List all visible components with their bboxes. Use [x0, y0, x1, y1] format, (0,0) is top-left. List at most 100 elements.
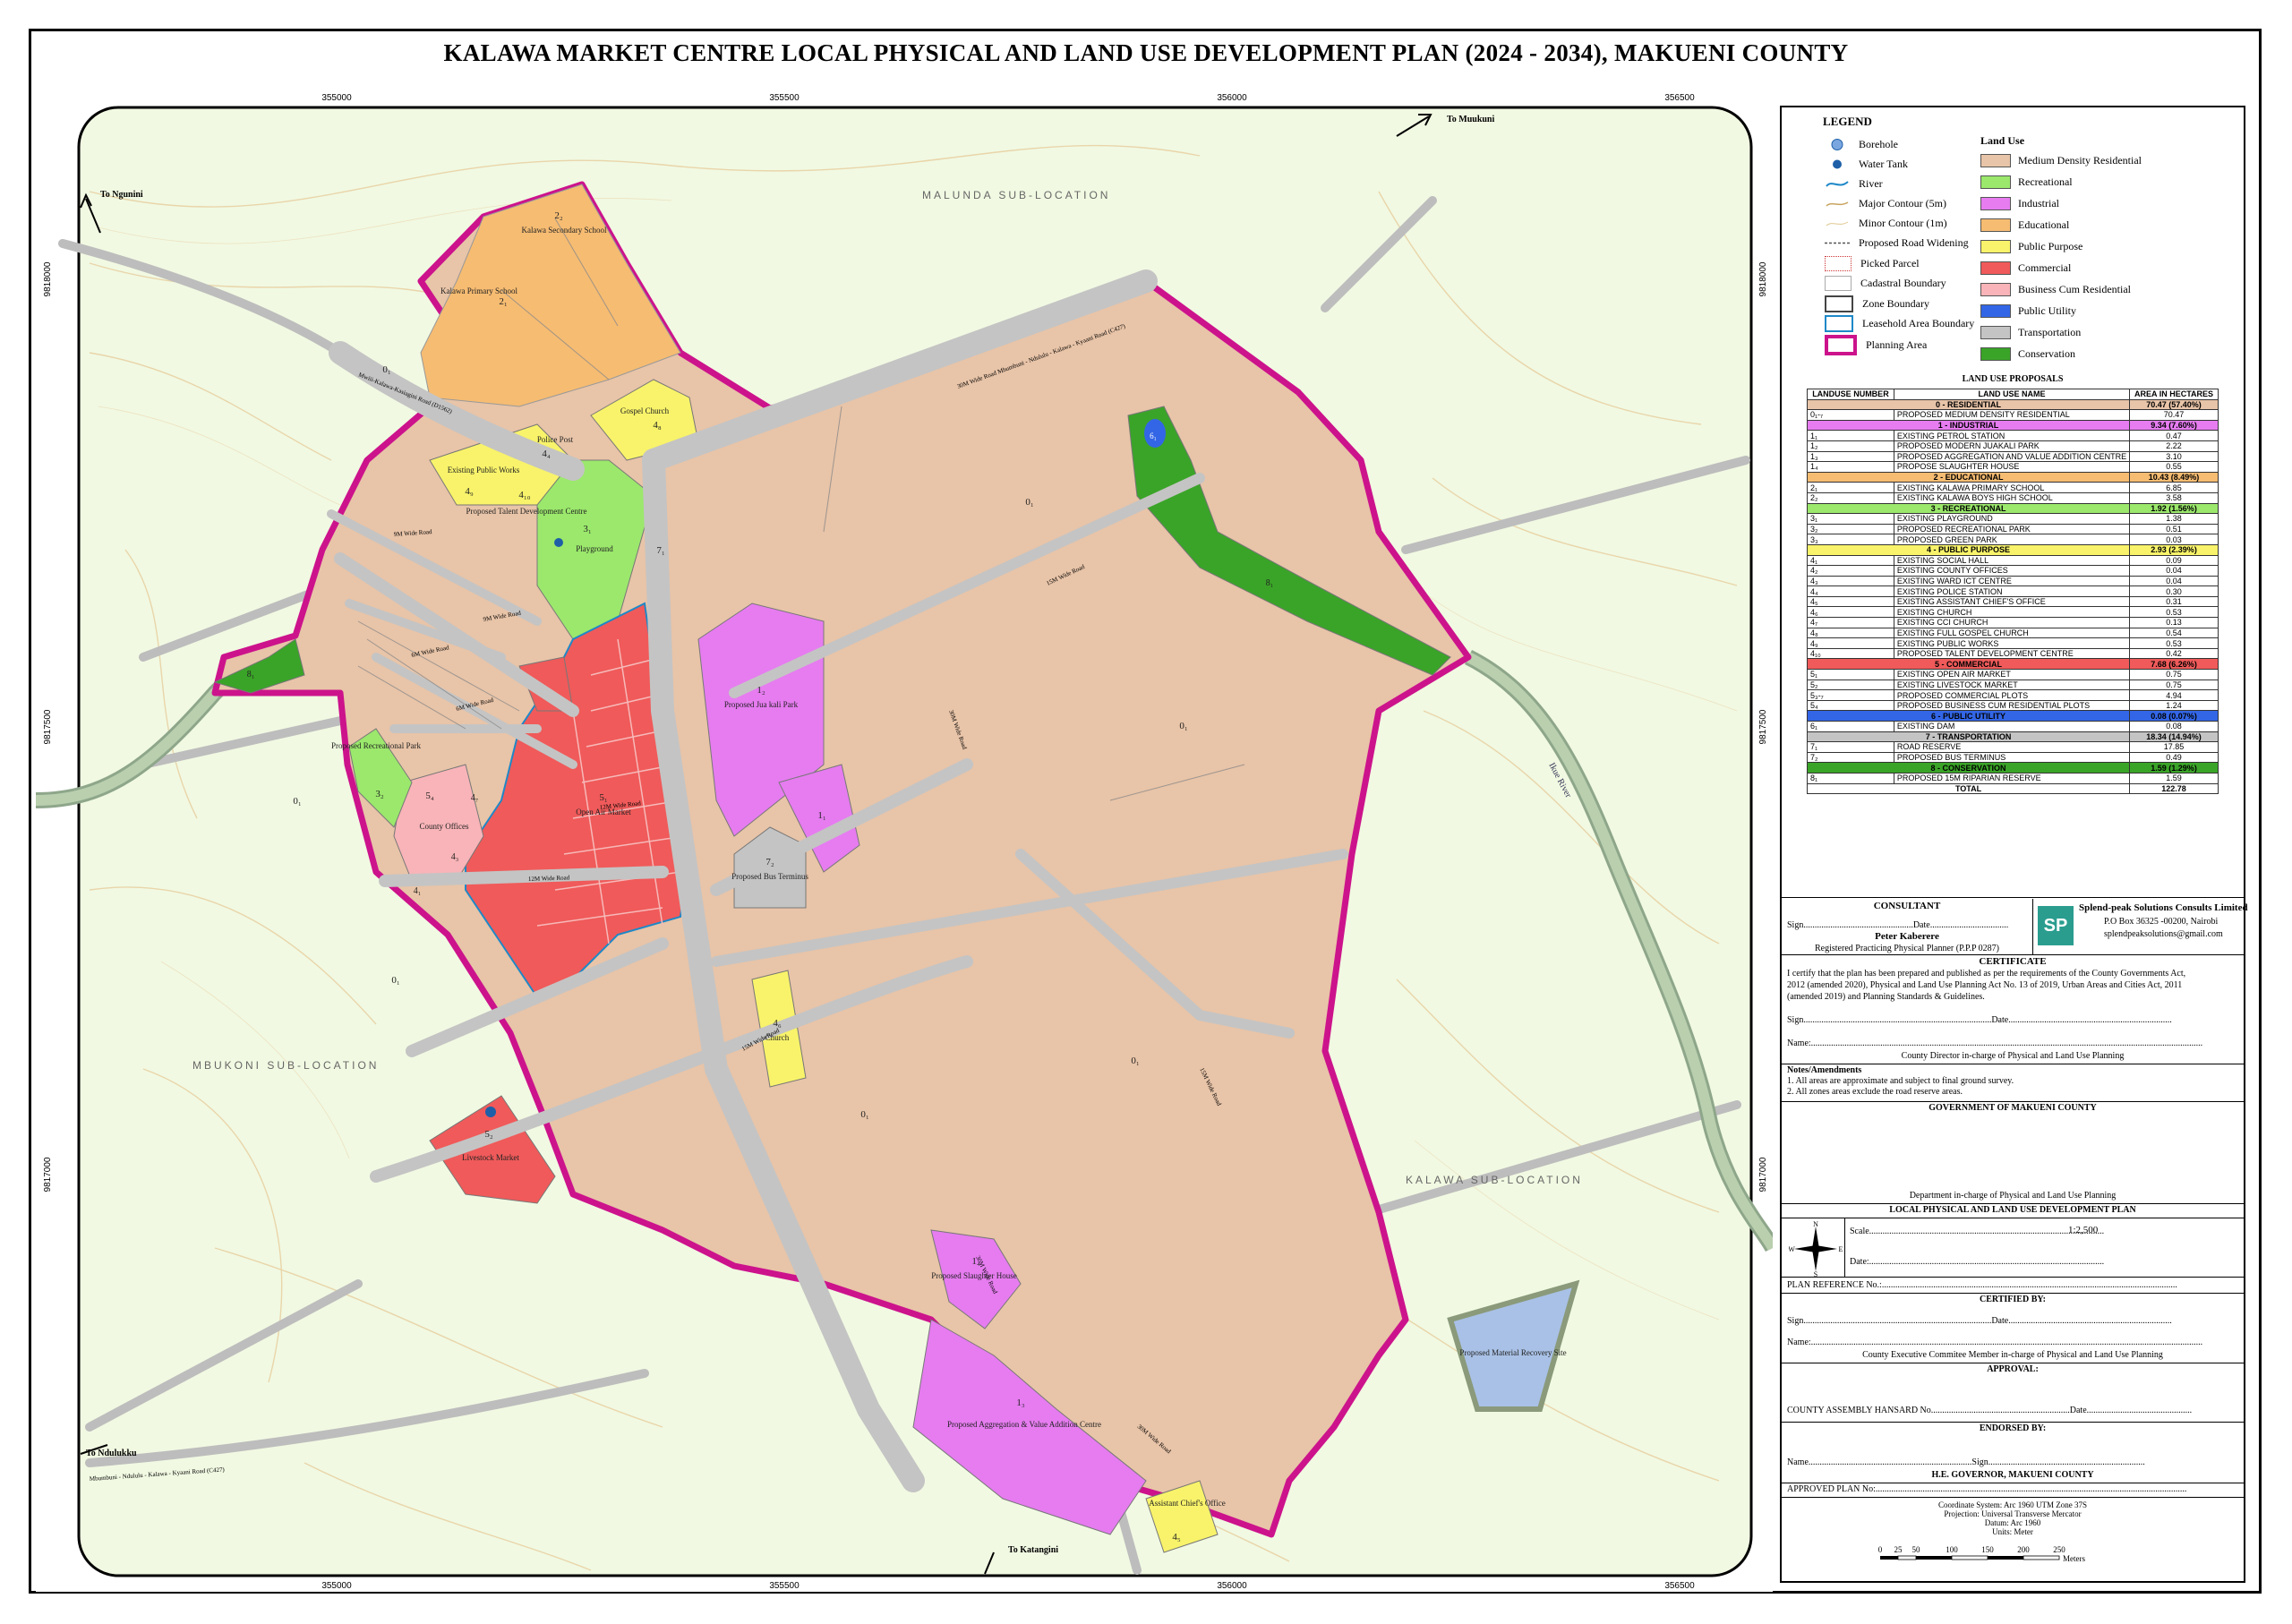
company-name: Splend-peak Solutions Consults Limited	[2079, 902, 2248, 913]
cell-name: EXISTING FULL GOSPEL CHURCH	[1893, 627, 2131, 639]
cadastral-icon	[1825, 276, 1852, 291]
map-canvas: Mwiii-Kalawa-Kasiagini Road (D1562) 30M …	[36, 84, 1773, 1592]
table-row: 0 - RESIDENTIAL 70.47 (57.40%)	[1806, 398, 2219, 411]
code-livestock: 5₂	[484, 1129, 493, 1140]
label-mbukoni: MBUKONI SUB-LOCATION	[192, 1059, 379, 1072]
dashed-line-icon	[1825, 236, 1850, 250]
cell-num: 4₉	[1807, 637, 1894, 649]
government-heading: GOVERNMENT OF MAKUENI COUNTY	[1929, 1103, 2097, 1113]
label-church: Church	[765, 1033, 790, 1042]
code-rec-park: 3₂	[375, 789, 384, 799]
cell-num: 5₃-₇	[1807, 689, 1894, 701]
label-county: County Offices	[419, 822, 469, 831]
cell-area: 4.94	[2129, 689, 2219, 701]
category-name: 3 - RECREATIONAL	[1806, 502, 2131, 515]
borehole-icon	[1825, 138, 1850, 151]
compass-icon: N S E W	[1788, 1220, 1843, 1278]
table-row: 4₄ EXISTING POLICE STATION 0.30	[1807, 585, 2219, 597]
category-area: 7.68 (6.26%)	[2129, 658, 2219, 671]
category-name: 5 - COMMERCIAL	[1806, 658, 2131, 671]
swatch	[1980, 175, 2011, 189]
legend-planning-area: Planning Area	[1825, 335, 1927, 355]
label-open-air: Open Air Market	[576, 808, 631, 816]
borehole-icon	[554, 538, 563, 547]
code-road: 7₁	[656, 545, 665, 556]
table-row: 1 - INDUSTRIAL 9.34 (7.60%)	[1806, 419, 2219, 432]
code-ward: 4₃	[451, 852, 459, 862]
cell-area: 0.42	[2129, 647, 2219, 660]
svg-text:E: E	[1839, 1245, 1843, 1253]
cell-num: 7₁	[1807, 741, 1894, 753]
certified-sign: Sign....................................…	[1787, 1316, 2172, 1326]
code-cons-1: 8₁	[247, 670, 255, 680]
svg-text:0: 0	[1878, 1545, 1883, 1554]
legend-cadastral: Cadastral Boundary	[1825, 276, 1946, 291]
code-slaughter: 1₄	[971, 1256, 980, 1267]
table-row: 5₄ PROPOSED BUSINESS CUM RESIDENTIAL PLOT…	[1807, 699, 2219, 712]
legend-borehole: Borehole	[1825, 138, 1898, 151]
code-open-air: 5₁	[599, 792, 608, 803]
leasehold-icon	[1825, 315, 1853, 332]
table-row: 6 - PUBLIC UTILITY 0.08 (0.07%)	[1806, 710, 2219, 722]
table-row: 1₂ PROPOSED MODERN JUAKALI PARK 2.22	[1807, 440, 2219, 452]
zone-boundary-icon	[1825, 295, 1853, 312]
grid-n-left-3: 9817000	[43, 1157, 53, 1192]
cell-area: 0.53	[2129, 606, 2219, 619]
major-contour-icon	[1825, 197, 1850, 210]
table-row: TOTAL 122.78	[1806, 782, 2219, 795]
code-res-2: 0₁	[1025, 497, 1034, 508]
code-res-7: 0₁	[1131, 1056, 1140, 1066]
code-playground: 3₁	[583, 524, 592, 534]
cell-area: 0.75	[2129, 669, 2219, 680]
label-primary: Kalawa Primary School	[440, 286, 517, 295]
approval-hansard: COUNTY ASSEMBLY HANSARD No..............…	[1787, 1406, 2193, 1415]
category-area: 18.34 (14.94%)	[2129, 731, 2219, 743]
cell-num: 4₃	[1807, 575, 1894, 587]
dir-muukuni: To Muukuni	[1447, 115, 1494, 124]
grid-n-right-2: 9817500	[1758, 709, 1768, 744]
map-title: KALAWA MARKET CENTRE LOCAL PHYSICAL AND …	[443, 39, 1849, 66]
swatch	[1980, 261, 2011, 275]
category-name: 6 - PUBLIC UTILITY	[1806, 710, 2131, 722]
table-row: 6₁ EXISTING DAM 0.08	[1807, 721, 2219, 732]
table-row: 1₄ PROPOSE SLAUGHTER HOUSE 0.55	[1807, 461, 2219, 473]
table-row: 4₉ EXISTING PUBLIC WORKS 0.53	[1807, 637, 2219, 649]
swatch	[1980, 197, 2011, 210]
svg-text:250: 250	[2053, 1545, 2065, 1554]
legend-water-tank: Water Tank	[1825, 158, 1908, 171]
cell-num: 4₁	[1807, 554, 1894, 567]
svg-text:355500: 355500	[769, 93, 800, 103]
label-mrs: Proposed Material Recovery Site	[1459, 1348, 1566, 1357]
cell-num: 2₁	[1807, 482, 1894, 493]
legend-landuse-3: Educational	[1980, 218, 2069, 232]
total-label: TOTAL	[1806, 782, 2131, 795]
certificate-text-3: (amended 2019) and Planning Standards & …	[1787, 992, 1985, 1002]
code-jua-kali: 1₂	[757, 685, 765, 696]
cell-name: EXISTING PUBLIC WORKS	[1893, 637, 2131, 649]
label-rec-park: Proposed Recreational Park	[331, 741, 421, 750]
plan-heading: LOCAL PHYSICAL AND LAND USE DEVELOPMENT …	[1889, 1205, 2136, 1215]
label-gospel: Gospel Church	[620, 406, 670, 415]
table-row: 1₁ EXISTING PETROL STATION 0.47	[1807, 430, 2219, 441]
label-chief: Assistant Chief's Office	[1149, 1499, 1225, 1508]
legend-landuse-5: Commercial	[1980, 261, 2071, 275]
category-area: 10.43 (8.49%)	[2129, 471, 2219, 483]
legend-landuse-8: Transportation	[1980, 326, 2081, 339]
cell-area: 1.59	[2129, 772, 2219, 784]
cell-name: PROPOSE SLAUGHTER HOUSE	[1893, 461, 2131, 473]
cell-name: PROPOSED COMMERCIAL PLOTS	[1893, 689, 2131, 701]
cell-area: 0.49	[2129, 751, 2219, 764]
swatch	[1980, 283, 2011, 296]
cell-num: 5₁	[1807, 669, 1894, 680]
svg-text:356000: 356000	[1217, 1581, 1247, 1591]
cell-name: EXISTING WARD ICT CENTRE	[1893, 575, 2131, 587]
table-row: 7₁ ROAD RESERVE 17.85	[1807, 741, 2219, 753]
notes-heading: Notes/Amendments	[1787, 1065, 1862, 1075]
table-row: 7₂ PROPOSED BUS TERMINUS 0.49	[1807, 751, 2219, 764]
endorsed-line: Name....................................…	[1787, 1457, 2145, 1467]
certificate-sign: Sign....................................…	[1787, 1015, 2172, 1025]
cell-area: 0.30	[2129, 585, 2219, 597]
cell-num: 4₁₀	[1807, 647, 1894, 660]
svg-text:Meters: Meters	[2063, 1554, 2085, 1563]
cell-name: EXISTING ASSISTANT CHIEF'S OFFICE	[1893, 595, 2131, 608]
